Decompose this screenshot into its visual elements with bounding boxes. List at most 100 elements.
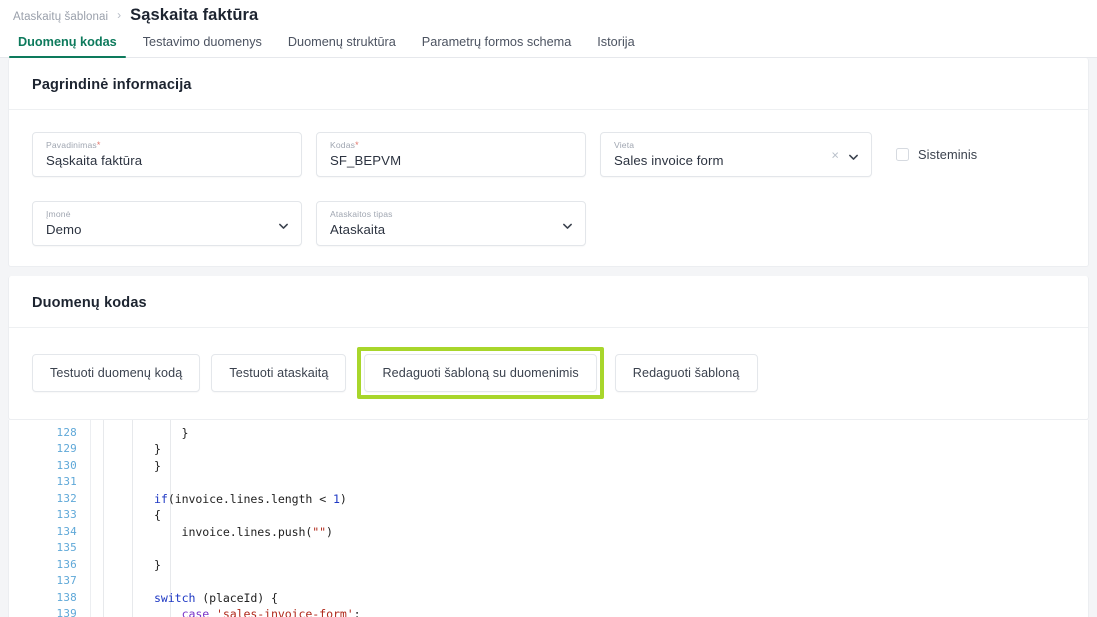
- code-token: [99, 591, 154, 605]
- code-editor[interactable]: 1281291301311321331341351361371381391401…: [8, 420, 1089, 617]
- code-line[interactable]: if(invoice.lines.length < 1): [91, 491, 1088, 507]
- code-token: 1: [333, 492, 340, 506]
- main-info-form: Pavadinimas* Sąskaita faktūra Kodas* SF_…: [32, 132, 1065, 246]
- code-token: [326, 492, 333, 506]
- vieta-label: Vieta: [614, 141, 858, 150]
- edit-template-with-data-button[interactable]: Redaguoti šabloną su duomenimis: [364, 354, 596, 392]
- tab-duomenu-kodas[interactable]: Duomenų kodas: [5, 36, 130, 57]
- code-token: (invoice.lines.length: [168, 492, 319, 506]
- kodas-value: SF_BEPVM: [330, 154, 572, 168]
- code-token: "": [312, 525, 326, 539]
- data-code-title: Duomenų kodas: [9, 276, 1088, 328]
- label-text: Kodas: [330, 140, 355, 150]
- test-data-code-button[interactable]: Testuoti duomenų kodą: [32, 354, 200, 392]
- code-line[interactable]: switch (placeId) {: [91, 590, 1088, 606]
- test-report-button[interactable]: Testuoti ataskaitą: [211, 354, 346, 392]
- code-content[interactable]: } } } if(invoice.lines.length < 1) { inv…: [91, 420, 1088, 617]
- data-code-button-row: Testuoti duomenų kodą Testuoti ataskaitą…: [32, 347, 1065, 399]
- required-asterisk: *: [355, 140, 359, 150]
- line-number: 133: [9, 507, 90, 523]
- code-line[interactable]: [91, 474, 1088, 490]
- code-line[interactable]: case 'sales-invoice-form':: [91, 606, 1088, 617]
- sisteminis-label: Sisteminis: [918, 147, 977, 162]
- ataskaitos-tipas-label: Ataskaitos tipas: [330, 210, 572, 219]
- tab-label: Duomenų kodas: [18, 35, 117, 49]
- code-line[interactable]: {: [91, 507, 1088, 523]
- code-token: }: [99, 459, 161, 473]
- line-number: 130: [9, 458, 90, 474]
- code-line[interactable]: }: [91, 425, 1088, 441]
- pavadinimas-label: Pavadinimas*: [46, 141, 288, 150]
- line-number: 134: [9, 524, 90, 540]
- tab-testavimo-duomenys[interactable]: Testavimo duomenys: [130, 36, 275, 57]
- code-line[interactable]: [91, 540, 1088, 556]
- kodas-field[interactable]: Kodas* SF_BEPVM: [316, 132, 586, 177]
- code-token: switch: [154, 591, 195, 605]
- page-title: Sąskaita faktūra: [130, 6, 258, 25]
- pavadinimas-value: Sąskaita faktūra: [46, 154, 288, 168]
- code-token: 'sales-invoice-form': [216, 607, 354, 617]
- vieta-value: Sales invoice form: [614, 154, 858, 168]
- line-number: 136: [9, 557, 90, 573]
- line-number: 129: [9, 441, 90, 457]
- label-text: Pavadinimas: [46, 140, 97, 150]
- main-info-title: Pagrindinė informacija: [9, 58, 1088, 110]
- code-line[interactable]: invoice.lines.push(""): [91, 524, 1088, 540]
- code-token: }: [99, 442, 161, 456]
- data-code-card: Duomenų kodas Testuoti duomenų kodą Test…: [8, 276, 1089, 420]
- data-code-body: Testuoti duomenų kodą Testuoti ataskaitą…: [9, 328, 1088, 419]
- line-number: 135: [9, 540, 90, 556]
- code-token: if: [154, 492, 168, 506]
- breadcrumb-parent-link[interactable]: Ataskaitų šablonai: [13, 11, 108, 23]
- code-token: invoice.lines.push(: [99, 525, 312, 539]
- tab-duomenu-struktura[interactable]: Duomenų struktūra: [275, 36, 409, 57]
- line-number-gutter: 1281291301311321331341351361371381391401…: [9, 420, 91, 617]
- code-token: ): [340, 492, 347, 506]
- sisteminis-checkbox-wrap[interactable]: Sisteminis: [896, 132, 977, 177]
- breadcrumb-separator-icon: ›: [117, 8, 121, 22]
- code-line[interactable]: }: [91, 458, 1088, 474]
- code-token: {: [99, 508, 161, 522]
- imone-label: Įmonė: [46, 210, 288, 219]
- code-token: }: [99, 558, 161, 572]
- tab-parametru-formos-schema[interactable]: Parametrų formos schema: [409, 36, 584, 57]
- chevron-down-icon[interactable]: [278, 218, 289, 229]
- code-token: [99, 492, 154, 506]
- main-info-card: Pagrindinė informacija Pavadinimas* Sąsk…: [8, 58, 1089, 267]
- chevron-down-icon[interactable]: [848, 149, 859, 160]
- line-number: 139: [9, 606, 90, 617]
- tab-label: Testavimo duomenys: [143, 35, 262, 49]
- code-line[interactable]: }: [91, 557, 1088, 573]
- edit-template-button[interactable]: Redaguoti šabloną: [615, 354, 758, 392]
- code-line[interactable]: [91, 573, 1088, 589]
- code-token: ): [326, 525, 333, 539]
- page-header: Ataskaitų šablonai › Sąskaita faktūra Du…: [0, 0, 1097, 58]
- tab-label: Duomenų struktūra: [288, 35, 396, 49]
- chevron-down-icon[interactable]: [562, 218, 573, 229]
- highlight-outline: Redaguoti šabloną su duomenimis: [357, 347, 603, 399]
- main-info-body: Pavadinimas* Sąskaita faktūra Kodas* SF_…: [9, 110, 1088, 266]
- code-token: [209, 607, 216, 617]
- vieta-field[interactable]: Vieta Sales invoice form ×: [600, 132, 872, 177]
- code-token: (placeId) {: [195, 591, 278, 605]
- line-number: 132: [9, 491, 90, 507]
- imone-value: Demo: [46, 223, 288, 237]
- code-line[interactable]: }: [91, 441, 1088, 457]
- tab-bar: Duomenų kodas Testavimo duomenys Duomenų…: [0, 26, 1097, 58]
- tab-label: Istorija: [597, 35, 634, 49]
- pavadinimas-field[interactable]: Pavadinimas* Sąskaita faktūra: [32, 132, 302, 177]
- clear-icon[interactable]: ×: [831, 148, 839, 161]
- kodas-label: Kodas*: [330, 141, 572, 150]
- code-token: }: [99, 426, 188, 440]
- line-number: 137: [9, 573, 90, 589]
- required-asterisk: *: [97, 140, 101, 150]
- ataskaitos-tipas-field[interactable]: Ataskaitos tipas Ataskaita: [316, 201, 586, 246]
- imone-field[interactable]: Įmonė Demo: [32, 201, 302, 246]
- ataskaitos-tipas-value: Ataskaita: [330, 223, 572, 237]
- code-token: :: [354, 607, 361, 617]
- breadcrumb: Ataskaitų šablonai › Sąskaita faktūra: [0, 0, 1097, 26]
- line-number: 131: [9, 474, 90, 490]
- tab-istorija[interactable]: Istorija: [584, 36, 647, 57]
- code-token: case: [182, 607, 210, 617]
- sisteminis-checkbox[interactable]: [896, 148, 909, 161]
